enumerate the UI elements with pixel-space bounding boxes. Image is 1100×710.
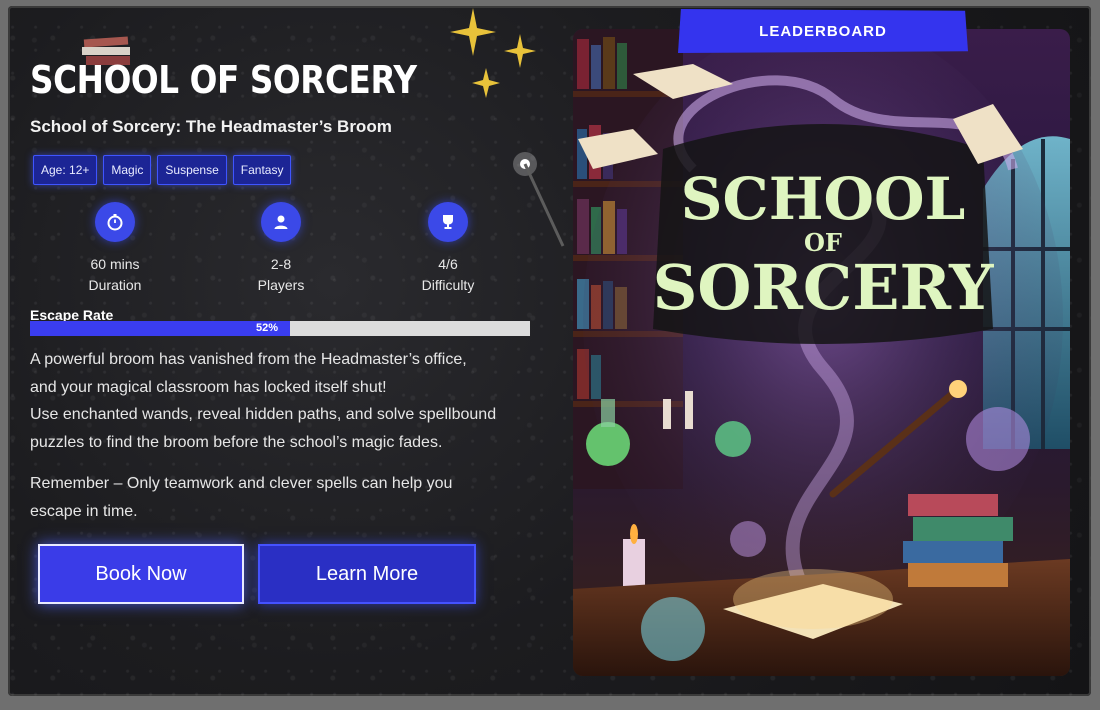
- poster-title-line3: SORCERY: [653, 251, 995, 324]
- description-line: A powerful broom has vanished from the H…: [30, 351, 467, 368]
- tag-magic: Magic: [103, 155, 152, 185]
- tag-fantasy: Fantasy: [232, 155, 292, 185]
- stat-players-label: Players: [257, 277, 305, 293]
- reminder-line: escape in time.: [30, 502, 138, 520]
- sparkle-stars-decoration: [450, 8, 536, 98]
- description-line: Use enchanted wands, reveal hidden paths…: [30, 406, 497, 423]
- stat-duration-value: 60 mins: [90, 256, 140, 272]
- game-subtitle: School of Sorcery: The Headmaster’s Broo…: [30, 117, 392, 136]
- description-line: and your magical classroom has locked it…: [30, 378, 387, 396]
- book-now-button[interactable]: Book Now: [38, 544, 244, 604]
- stat-difficulty-value: 4/6: [438, 256, 458, 272]
- learn-more-button[interactable]: Learn More: [258, 544, 476, 604]
- escape-rate-bar: 52%: [30, 321, 530, 336]
- game-card: SCHOOL OF SORCERY School of Sorcery: The…: [8, 6, 1091, 696]
- page-title: SCHOOL OF SORCERY: [30, 58, 417, 102]
- description-line: puzzles to find the broom before the sch…: [30, 433, 443, 451]
- escape-rate-fill: 52%: [30, 321, 290, 336]
- user-icon: [261, 202, 301, 242]
- escape-rate-value: 52%: [255, 322, 278, 334]
- stat-difficulty: 4/6 Difficulty: [383, 202, 513, 296]
- stat-difficulty-label: Difficulty: [421, 277, 475, 293]
- description: A powerful broom has vanished from the H…: [30, 346, 550, 525]
- tag-suspense: Suspense: [157, 155, 227, 185]
- reminder-line: Remember – Only teamwork and clever spel…: [30, 475, 453, 492]
- poster-art: SCHOOL OF SORCERY: [573, 29, 1070, 676]
- tag-list: Age: 12+ Magic Suspense Fantasy: [33, 155, 292, 185]
- stat-players: 2-8 Players: [216, 202, 346, 296]
- tag-age: Age: 12+: [33, 155, 98, 185]
- stopwatch-icon: [95, 202, 135, 242]
- leaderboard-button[interactable]: LEADERBOARD: [678, 9, 968, 53]
- trophy-icon: [428, 202, 468, 242]
- stat-duration-label: Duration: [88, 277, 142, 293]
- game-poster-image: SCHOOL OF SORCERY: [573, 29, 1070, 676]
- stat-players-value: 2-8: [270, 256, 292, 272]
- poster-title-line1: SCHOOL: [681, 165, 966, 233]
- stat-duration: 60 mins Duration: [50, 202, 180, 296]
- stats-row: 60 mins Duration 2-8 Players 4/6 Difficu…: [50, 202, 550, 297]
